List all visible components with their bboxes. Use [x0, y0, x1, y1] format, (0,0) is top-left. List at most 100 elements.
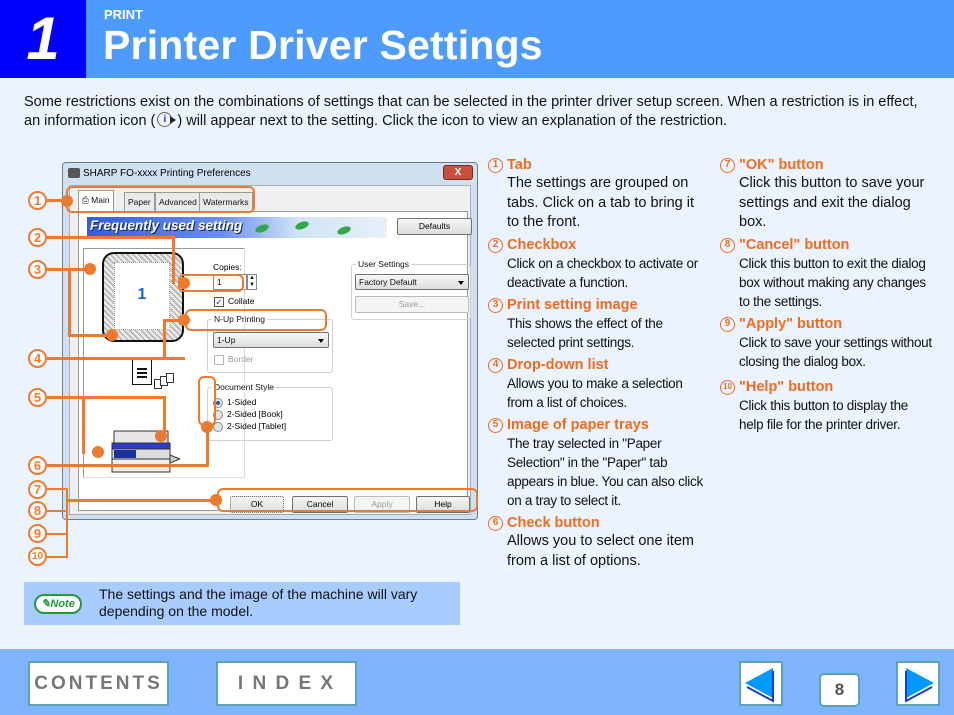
callout-line [47, 236, 174, 239]
callout-number: 3 [28, 260, 47, 279]
footer-nav: CONTENTS I N D E X 8 [0, 649, 954, 715]
desc-ok-button: 7 "OK" button Click this button to save y… [720, 156, 935, 233]
callout-dot [155, 430, 167, 442]
note-icon: ✎Note [34, 594, 82, 614]
left-arrow-icon [745, 668, 774, 703]
desc-text: Allows you to make a selection from a li… [507, 376, 683, 410]
desc-title: Tab [507, 157, 532, 173]
copies-label: Copies: [213, 262, 242, 272]
printer-icon [68, 168, 80, 178]
desc-number: 8 [720, 238, 735, 253]
desc-dropdown: 4 Drop-down list Allows you to make a sel… [488, 356, 703, 412]
leaf-decoration [254, 222, 270, 235]
callout-number: 4 [28, 349, 47, 368]
note-box: ✎Note The settings and the image of the … [24, 582, 460, 625]
desc-text: Click to save your settings without clos… [739, 335, 932, 369]
page-number: 8 [819, 673, 860, 707]
callout-dot [178, 314, 190, 326]
desc-text: Click this button to save your settings … [739, 175, 925, 230]
defaults-button[interactable]: Defaults [397, 218, 472, 235]
callout-line [66, 499, 216, 502]
desc-title: "Help" button [739, 379, 834, 395]
desc-title: Drop-down list [507, 357, 609, 373]
radio-label: 1-Sided [227, 397, 257, 407]
chevron-down-icon [458, 281, 464, 285]
desc-apply-button: 9 "Apply" button Click to save your setti… [720, 315, 935, 371]
callout-box-tab [66, 186, 255, 213]
desc-text: Click on a checkbox to activate or deact… [507, 256, 698, 290]
frequently-used-banner: Frequently used setting [87, 217, 387, 238]
callout-dot [210, 494, 222, 506]
desc-checkbox: 2 Checkbox Click on a checkbox to activat… [488, 236, 703, 292]
close-button[interactable]: X [443, 165, 473, 180]
save-button[interactable]: Save... [355, 296, 469, 313]
callout-dot [84, 263, 96, 275]
desc-text: Click this button to display the help fi… [739, 398, 908, 432]
note-badge-label: Note [50, 598, 75, 610]
desc-title: "Cancel" button [739, 237, 850, 253]
callout-number: 6 [28, 456, 47, 475]
desc-number: 3 [488, 298, 503, 313]
page-title: Printer Driver Settings [103, 22, 543, 68]
desc-title: "OK" button [739, 157, 824, 173]
callout-line [172, 236, 175, 284]
desc-number: 6 [488, 516, 503, 531]
callout-number: 5 [28, 388, 47, 407]
desc-print-setting-image: 3 Print setting image This shows the effe… [488, 296, 703, 352]
callout-number: 7 [28, 480, 47, 499]
desc-tab: 1 Tab The settings are grouped on tabs. C… [488, 156, 703, 233]
callout-line [163, 320, 166, 360]
collate-checkbox[interactable]: ✓ [214, 297, 224, 307]
callout-line [47, 533, 67, 535]
radio-label: 2-Sided [Tablet] [227, 421, 287, 431]
callout-number: 1 [28, 191, 47, 210]
desc-text: Click this button to exit the dialog box… [739, 256, 926, 309]
contents-button[interactable]: CONTENTS [28, 661, 169, 706]
radio-label: 2-Sided [Book] [227, 409, 283, 419]
callout-box-buttons [217, 488, 478, 512]
user-settings-title: User Settings [356, 259, 412, 269]
paper-preview: 1 [114, 262, 170, 330]
callout-box-dropdown [185, 309, 327, 331]
collate-label: Collate [228, 296, 255, 306]
next-page-button[interactable] [896, 661, 940, 706]
copies-stepper[interactable]: ▲ ▼ [247, 274, 257, 290]
user-settings-value: Factory Default [359, 277, 417, 287]
desc-title: Checkbox [507, 237, 577, 253]
border-checkbox[interactable] [214, 355, 224, 365]
desc-title: Image of paper trays [507, 417, 649, 433]
user-settings-dropdown[interactable]: Factory Default [355, 274, 469, 290]
desc-number: 10 [720, 380, 735, 395]
desc-number: 1 [488, 158, 503, 173]
prev-page-button[interactable] [739, 661, 783, 706]
nup-dropdown[interactable]: 1-Up [213, 332, 329, 348]
leaf-decoration [294, 219, 310, 232]
desc-number: 4 [488, 358, 503, 373]
leaf-decoration [336, 224, 352, 237]
pencil-icon: ✎ [41, 598, 51, 610]
desc-cancel-button: 8 "Cancel" button Click this button to ex… [720, 236, 935, 311]
index-button[interactable]: I N D E X [216, 661, 357, 706]
chapter-number: 1 [0, 0, 86, 78]
note-text: The settings and the image of the machin… [99, 586, 418, 619]
page-header: 1 PRINT Printer Driver Settings [0, 0, 954, 78]
collate-stack-icon [166, 373, 174, 383]
intro-text-2: ) will appear next to the setting. Click… [177, 113, 728, 129]
callout-number: 2 [28, 228, 47, 247]
callout-line [82, 396, 85, 454]
doc-style-group-title: Document Style [212, 382, 276, 392]
callout-dot [106, 329, 118, 341]
dialog-title: SHARP FO-xxxx Printing Preferences [83, 168, 251, 179]
desc-title: "Apply" button [739, 316, 843, 332]
callout-line [47, 510, 67, 512]
desc-paper-trays: 5 Image of paper trays The tray selected … [488, 416, 703, 510]
callout-number: 9 [28, 524, 47, 543]
callout-line [68, 268, 71, 336]
info-icon: i [155, 112, 177, 128]
desc-title: Print setting image [507, 297, 638, 313]
chevron-down-icon [318, 339, 324, 343]
desc-help-button: 10 "Help" button Click this button to dis… [720, 378, 935, 434]
callout-dot [201, 421, 213, 433]
callout-line [47, 556, 67, 558]
callout-dot [178, 277, 190, 289]
